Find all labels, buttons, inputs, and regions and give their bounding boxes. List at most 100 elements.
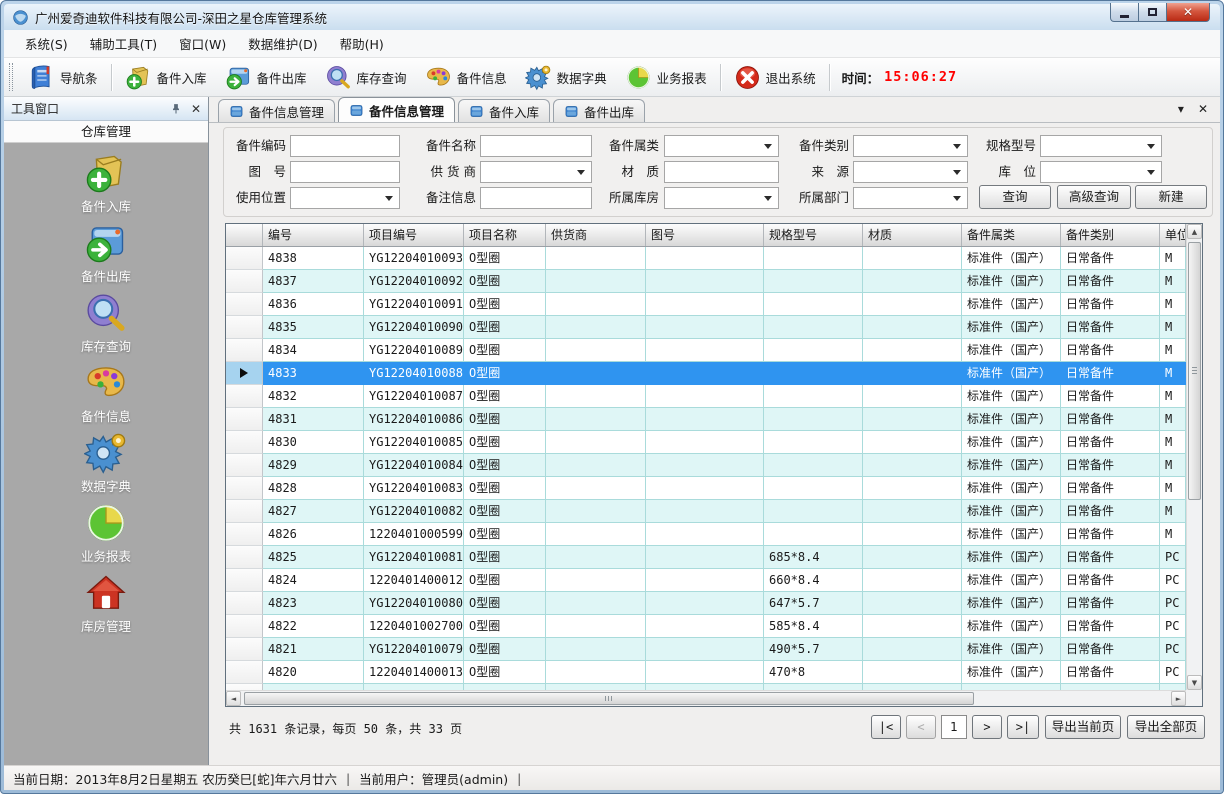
table-cell[interactable] (646, 615, 764, 638)
table-cell[interactable] (646, 316, 764, 339)
table-cell[interactable]: O型圈 (464, 477, 546, 500)
table-cell[interactable]: O型圈 (464, 592, 546, 615)
input-part-name[interactable] (480, 135, 592, 157)
table-row[interactable]: 4836YG12204010091O型圈标准件（国产）日常备件M (226, 293, 1186, 316)
table-cell[interactable] (646, 523, 764, 546)
row-selector[interactable] (226, 638, 263, 661)
column-header-unit[interactable]: 单位 (1160, 224, 1186, 246)
table-cell[interactable]: 标准件（国产） (962, 477, 1061, 500)
table-cell[interactable]: PC (1160, 661, 1186, 684)
row-selector[interactable] (226, 431, 263, 454)
table-cell[interactable]: O型圈 (464, 638, 546, 661)
row-selector[interactable] (226, 408, 263, 431)
table-cell[interactable] (546, 638, 646, 661)
column-header-parts-type[interactable]: 备件类别 (1061, 224, 1160, 246)
tab-close-icon[interactable]: ✕ (1198, 103, 1208, 115)
table-cell[interactable] (863, 385, 962, 408)
table-cell[interactable]: 4824 (263, 569, 364, 592)
table-cell[interactable] (764, 316, 863, 339)
toolbar-button-business-report[interactable]: 业务报表 (616, 60, 716, 94)
table-cell[interactable]: 日常备件 (1061, 454, 1160, 477)
table-cell[interactable]: 4823 (263, 592, 364, 615)
table-cell[interactable] (546, 523, 646, 546)
last-page-button[interactable]: >| (1007, 715, 1039, 739)
table-cell[interactable]: M (1160, 293, 1186, 316)
table-cell[interactable] (863, 661, 962, 684)
table-cell[interactable] (646, 454, 764, 477)
table-cell[interactable]: O型圈 (464, 546, 546, 569)
query-button[interactable]: 查询 (979, 185, 1051, 209)
table-cell[interactable]: M (1160, 316, 1186, 339)
table-cell[interactable]: YG12204010087 (364, 385, 464, 408)
table-cell[interactable]: YG12204010092 (364, 270, 464, 293)
scroll-up-icon[interactable]: ▲ (1187, 224, 1202, 239)
table-cell[interactable]: 4833 (263, 362, 364, 385)
table-cell[interactable]: 490*5.7 (764, 638, 863, 661)
combo-warehouse[interactable] (664, 187, 779, 209)
table-cell[interactable]: O型圈 (464, 661, 546, 684)
table-cell[interactable]: 1220401000599 (364, 523, 464, 546)
table-cell[interactable] (646, 431, 764, 454)
combo-department[interactable] (853, 187, 968, 209)
table-cell[interactable] (764, 408, 863, 431)
table-cell[interactable]: 标准件（国产） (962, 454, 1061, 477)
table-cell[interactable] (646, 546, 764, 569)
row-selector[interactable] (226, 247, 263, 270)
table-cell[interactable] (764, 339, 863, 362)
next-page-button[interactable]: > (972, 715, 1002, 739)
table-cell[interactable] (863, 339, 962, 362)
table-cell[interactable]: 标准件（国产） (962, 615, 1061, 638)
maximize-button[interactable] (1139, 3, 1167, 22)
close-button[interactable]: ✕ (1167, 3, 1210, 22)
table-cell[interactable] (764, 293, 863, 316)
table-row[interactable]: 4827YG12204010082O型圈标准件（国产）日常备件M (226, 500, 1186, 523)
table-row[interactable]: 48241220401400012O型圈660*8.4标准件（国产）日常备件PC (226, 569, 1186, 592)
row-selector[interactable] (226, 523, 263, 546)
menu-item-window[interactable]: 窗口(W) (168, 29, 237, 58)
row-selector[interactable] (226, 615, 263, 638)
table-cell[interactable] (863, 316, 962, 339)
table-row[interactable]: 4838YG12204010093O型圈标准件（国产）日常备件M (226, 247, 1186, 270)
table-cell[interactable]: 标准件（国产） (962, 661, 1061, 684)
table-cell[interactable]: 日常备件 (1061, 385, 1160, 408)
combo-supplier[interactable] (480, 161, 592, 183)
combo-location[interactable] (1040, 161, 1162, 183)
table-cell[interactable] (646, 477, 764, 500)
table-row[interactable]: 4832YG12204010087O型圈标准件（国产）日常备件M (226, 385, 1186, 408)
table-cell[interactable] (863, 500, 962, 523)
scroll-down-icon[interactable]: ▼ (1187, 675, 1202, 690)
table-cell[interactable]: M (1160, 500, 1186, 523)
table-row[interactable]: 4828YG12204010083O型圈标准件（国产）日常备件M (226, 477, 1186, 500)
table-cell[interactable]: PC (1160, 546, 1186, 569)
table-cell[interactable]: 标准件（国产） (962, 362, 1061, 385)
table-cell[interactable]: O型圈 (464, 408, 546, 431)
table-cell[interactable]: 4821 (263, 638, 364, 661)
table-cell[interactable]: 日常备件 (1061, 408, 1160, 431)
table-cell[interactable]: O型圈 (464, 615, 546, 638)
column-header-supplier[interactable]: 供货商 (546, 224, 646, 246)
table-cell[interactable]: 1220401400013 (364, 661, 464, 684)
table-cell[interactable]: YG12204010083 (364, 477, 464, 500)
row-selector[interactable] (226, 661, 263, 684)
table-row[interactable]: 4821YG12204010079O型圈490*5.7标准件（国产）日常备件PC (226, 638, 1186, 661)
table-cell[interactable]: 4829 (263, 454, 364, 477)
sidebar-item-parts-outbound[interactable]: 备件出库 (4, 221, 208, 291)
table-cell[interactable]: 日常备件 (1061, 339, 1160, 362)
input-drawing-no[interactable] (290, 161, 400, 183)
table-cell[interactable] (646, 339, 764, 362)
table-cell[interactable]: 日常备件 (1061, 362, 1160, 385)
sidebar-item-business-report[interactable]: 业务报表 (4, 501, 208, 571)
table-cell[interactable]: 1220401400012 (364, 569, 464, 592)
column-header-project-code[interactable]: 项目编号 (364, 224, 464, 246)
table-cell[interactable]: 标准件（国产） (962, 339, 1061, 362)
toolbar-button-data-dictionary[interactable]: 数据字典 (516, 60, 616, 94)
table-cell[interactable]: O型圈 (464, 247, 546, 270)
table-cell[interactable]: 4820 (263, 661, 364, 684)
table-row[interactable]: 48261220401000599O型圈标准件（国产）日常备件M (226, 523, 1186, 546)
table-cell[interactable]: 标准件（国产） (962, 638, 1061, 661)
table-cell[interactable]: O型圈 (464, 500, 546, 523)
table-row[interactable]: 4823YG12204010080O型圈647*5.7标准件（国产）日常备件PC (226, 592, 1186, 615)
table-cell[interactable]: 标准件（国产） (962, 592, 1061, 615)
table-cell[interactable] (764, 247, 863, 270)
table-cell[interactable]: 日常备件 (1061, 638, 1160, 661)
